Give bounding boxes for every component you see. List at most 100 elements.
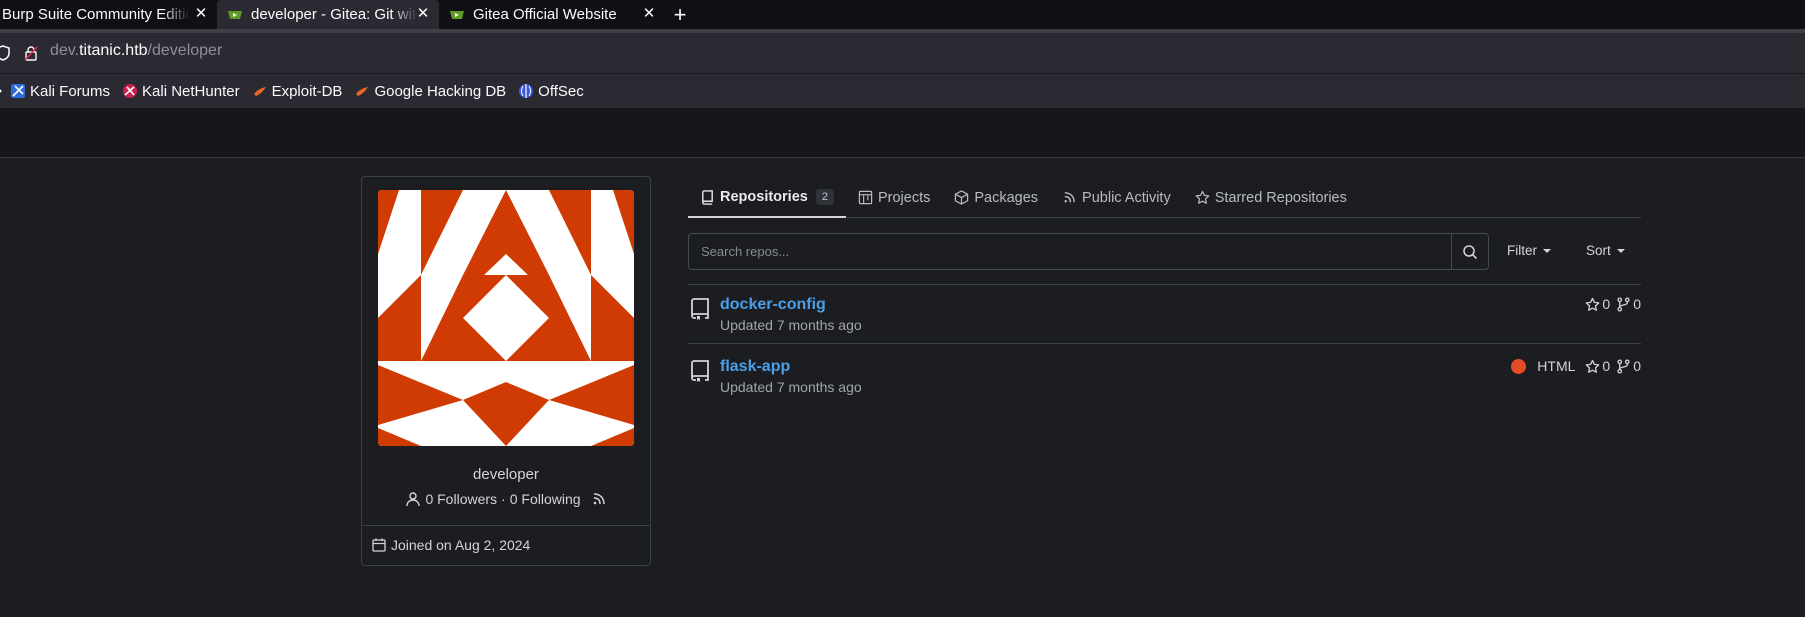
exploit-db-icon <box>253 87 266 96</box>
search-button[interactable] <box>1451 234 1488 269</box>
list-item: flask-app Updated 7 months ago HTML 0 0 <box>688 346 1641 406</box>
tab-starred-repositories[interactable]: Starred Repositories <box>1183 178 1359 217</box>
url-subdomain: dev. <box>50 42 80 59</box>
tab-repositories[interactable]: Repositories 2 <box>688 178 846 218</box>
follow-stats: 0 Followers · 0 Following <box>362 491 650 507</box>
star-count: 0 <box>1602 358 1611 374</box>
repo-language: HTML <box>1537 358 1576 374</box>
tab-label: Starred Repositories <box>1214 189 1347 206</box>
fork-count: 0 <box>1633 296 1641 312</box>
tab-label: Packages <box>974 189 1039 206</box>
close-tab-icon[interactable]: ✕ <box>416 6 430 21</box>
repo-forks[interactable]: 0 <box>1616 296 1641 312</box>
star-icon <box>1195 190 1209 204</box>
bookmark-google-hacking-db[interactable]: Google Hacking DB <box>354 83 506 100</box>
star-icon <box>1586 359 1600 373</box>
tab-title: developer - Gitea: Git with a cup of tea <box>251 6 417 23</box>
bookmarks-toolbar: Kali Forums Kali NetHunter Exploit-DB Go… <box>0 73 1805 108</box>
bookmark-exploit-db[interactable]: Exploit-DB <box>252 82 343 100</box>
profile-card: developer 0 Followers · 0 Following Join… <box>361 176 651 566</box>
kali-nethunter-icon <box>123 84 138 98</box>
bookmark-offsec[interactable]: OffSec <box>518 83 584 100</box>
fork-icon <box>1617 296 1630 312</box>
repo-updated: Updated 7 months ago <box>720 317 862 333</box>
browser-tab-gitea-developer[interactable]: developer - Gitea: Git with a cup of tea… <box>217 0 439 29</box>
filter-dropdown[interactable]: Filter <box>1507 243 1551 258</box>
package-icon <box>955 190 969 205</box>
repo-count-badge: 2 <box>815 189 834 205</box>
card-divider <box>362 525 650 526</box>
gitea-icon <box>450 10 464 19</box>
tab-projects[interactable]: Projects <box>846 178 942 217</box>
repo-name-link[interactable]: flask-app <box>720 358 790 376</box>
close-tab-icon[interactable]: ✕ <box>642 6 656 21</box>
search-icon <box>1463 244 1478 259</box>
gitea-navbar <box>0 108 1805 158</box>
repo-forks[interactable]: 0 <box>1616 358 1641 374</box>
repo-updated: Updated 7 months ago <box>720 379 862 395</box>
bookmark-kali-nethunter[interactable]: Kali NetHunter <box>122 83 240 100</box>
chevron-down-icon <box>1616 248 1625 253</box>
search-input[interactable] <box>689 234 1451 269</box>
tab-title: Gitea Official Website <box>473 6 617 23</box>
joined-text: Joined on Aug 2, 2024 <box>391 537 531 553</box>
repo-meta: 0 0 <box>1579 296 1641 312</box>
url-host: titanic.htb <box>79 42 148 59</box>
url-text[interactable]: dev.titanic.htb/developer <box>50 42 222 60</box>
tab-public-activity[interactable]: Public Activity <box>1050 178 1183 217</box>
bookmark-label: OffSec <box>538 82 584 100</box>
bookmark-label: Exploit-DB <box>271 82 343 100</box>
list-item: docker-config Updated 7 months ago 0 0 <box>688 284 1641 344</box>
shield-icon[interactable] <box>0 45 10 61</box>
tab-label: Public Activity <box>1082 189 1171 206</box>
repo-icon <box>691 360 709 382</box>
followers-link[interactable]: 0 Followers <box>425 491 497 507</box>
bookmark-kali-forums[interactable]: Kali Forums <box>10 83 110 100</box>
url-path: /developer <box>147 42 223 59</box>
sort-dropdown[interactable]: Sort <box>1586 243 1625 258</box>
new-tab-button[interactable]: + <box>665 0 695 29</box>
repo-icon <box>702 189 713 205</box>
close-tab-icon[interactable]: ✕ <box>194 6 208 21</box>
tab-label: Projects <box>877 189 931 206</box>
repo-icon <box>691 298 709 320</box>
repo-meta: HTML 0 0 <box>1511 358 1641 374</box>
lock-icon[interactable] <box>24 45 38 61</box>
project-icon <box>858 190 873 205</box>
profile-username: developer <box>473 466 539 483</box>
browser-tab-burp[interactable]: Burp Suite Community Edition ✕ <box>0 0 217 29</box>
tab-packages[interactable]: Packages <box>942 178 1050 217</box>
offsec-icon <box>519 84 534 98</box>
browser-tab-gitea-website[interactable]: Gitea Official Website ✕ <box>439 0 665 29</box>
star-count: 0 <box>1602 296 1611 312</box>
bookmark-label: Google Hacking DB <box>374 82 507 100</box>
filter-label: Filter <box>1507 243 1537 258</box>
star-icon <box>1586 297 1600 311</box>
language-color-dot <box>1511 358 1527 374</box>
tab-label: Repositories <box>720 189 808 205</box>
bookmark-overflow-icon[interactable] <box>0 83 4 99</box>
following-link[interactable]: 0 Following <box>510 491 581 507</box>
fork-icon <box>1617 358 1630 374</box>
follow-separator: · <box>501 491 506 507</box>
repo-stars[interactable]: 0 <box>1585 296 1610 312</box>
ghdb-icon <box>356 87 369 96</box>
repo-stars[interactable]: 0 <box>1585 358 1610 374</box>
rss-icon <box>1064 192 1075 203</box>
kali-forums-icon <box>11 84 25 98</box>
fork-count: 0 <box>1633 358 1641 374</box>
sort-label: Sort <box>1586 243 1611 258</box>
bookmark-label: Kali NetHunter <box>142 82 240 100</box>
gitea-icon <box>228 10 242 19</box>
avatar[interactable] <box>378 190 634 446</box>
tab-title: Burp Suite Community Edition <box>2 6 190 23</box>
rss-icon[interactable] <box>591 491 607 507</box>
bookmark-label: Kali Forums <box>30 82 111 100</box>
joined-date: Joined on Aug 2, 2024 <box>372 537 530 553</box>
person-icon <box>406 492 421 507</box>
calendar-icon <box>372 538 386 552</box>
profile-tabs: Repositories 2 Projects Packages Public … <box>688 178 1641 218</box>
url-bar[interactable]: dev.titanic.htb/developer <box>0 29 1805 73</box>
repo-name-link[interactable]: docker-config <box>720 296 826 314</box>
browser-tab-strip: Burp Suite Community Edition ✕ developer… <box>0 0 1805 29</box>
